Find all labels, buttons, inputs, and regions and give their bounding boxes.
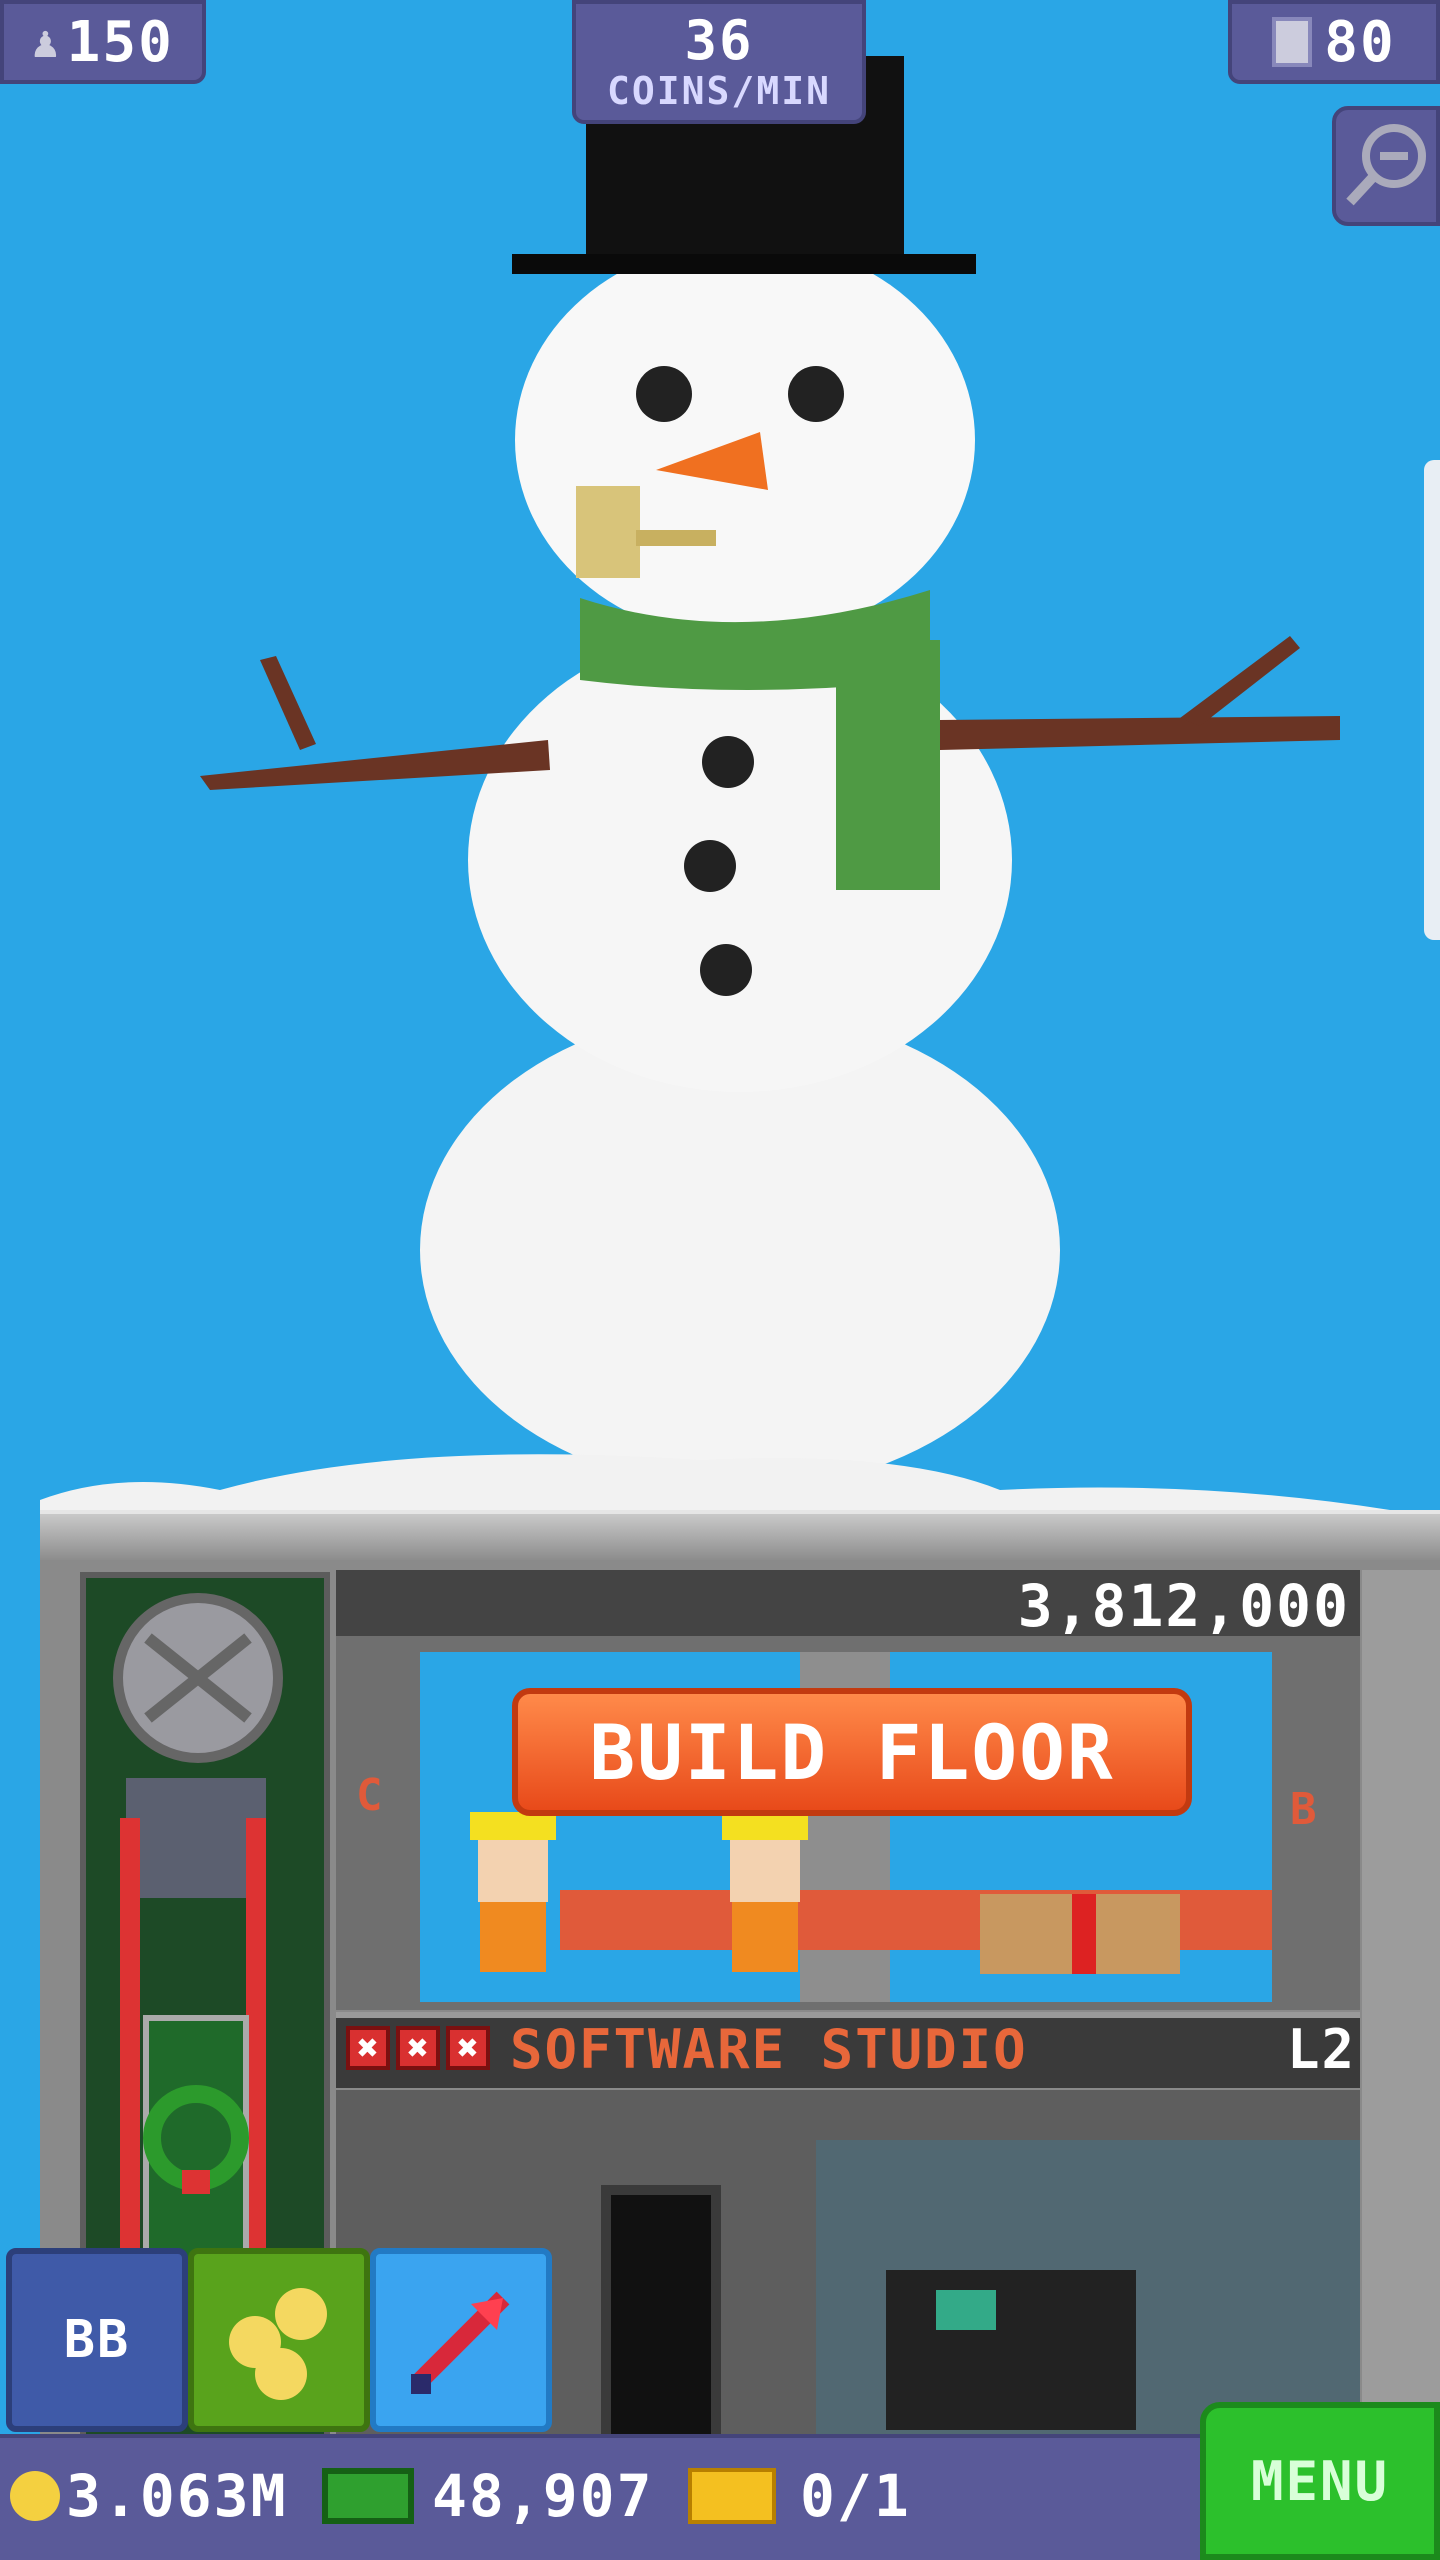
empty-slot-icon: ✖ <box>396 2026 440 2070</box>
building-icon <box>1272 17 1313 67</box>
tickets-value: 0/1 <box>800 2462 911 2530</box>
snowman-hat-brim <box>512 254 976 274</box>
rate-value: 36 <box>684 9 754 72</box>
rate-label: COINS/MIN <box>607 69 831 113</box>
empty-slot-icon: ✖ <box>346 2026 390 2070</box>
bux-stat[interactable]: 48,907 <box>322 2462 654 2530</box>
construction-worker <box>722 1812 808 1972</box>
coin-icon <box>10 2471 60 2521</box>
bux-value: 48,907 <box>432 2462 654 2530</box>
floor-count-value: 80 <box>1324 9 1396 75</box>
floor-name[interactable]: SOFTWARE STUDIO <box>510 2018 1028 2081</box>
floor-right-letter: B <box>1290 1784 1319 1835</box>
coins-value: 3.063M <box>66 2462 288 2530</box>
pipe <box>576 486 640 578</box>
side-tab[interactable] <box>1424 460 1440 940</box>
floor-left-letter: C <box>356 1770 385 1821</box>
floor-cost: 3,812,000 <box>1017 1572 1350 1640</box>
empty-slot-icon: ✖ <box>446 2026 490 2070</box>
floor-counter[interactable]: 80 <box>1228 0 1440 84</box>
tickets-stat[interactable]: 0/1 <box>688 2462 911 2530</box>
bux-icon <box>322 2468 414 2524</box>
ticket-icon <box>688 2468 776 2524</box>
bitbook-button[interactable]: BB <box>6 2248 188 2432</box>
zoom-out-button[interactable] <box>1332 106 1440 226</box>
floor-level: L2 <box>1286 2018 1356 2081</box>
build-floor-button[interactable]: BUILD FLOOR <box>512 1688 1192 1816</box>
coins-per-minute: 36 COINS/MIN <box>572 0 866 124</box>
right-arm <box>940 716 1340 750</box>
coins-stat[interactable]: 3.063M <box>10 2462 288 2530</box>
rocket-button[interactable] <box>370 2248 552 2432</box>
roof <box>40 1510 1440 1562</box>
coins-icon <box>229 2288 327 2400</box>
population-value: 150 <box>66 9 174 75</box>
menu-button[interactable]: MENU <box>1200 2402 1440 2560</box>
construction-worker <box>470 1812 556 1972</box>
rocket-icon <box>411 2291 510 2394</box>
population-counter[interactable]: ♟ 150 <box>0 0 206 84</box>
coins-button[interactable] <box>188 2248 370 2432</box>
person-icon: ♟ <box>32 16 61 68</box>
snowman-scene <box>40 56 1390 1540</box>
zoom-out-icon <box>1346 124 1426 206</box>
